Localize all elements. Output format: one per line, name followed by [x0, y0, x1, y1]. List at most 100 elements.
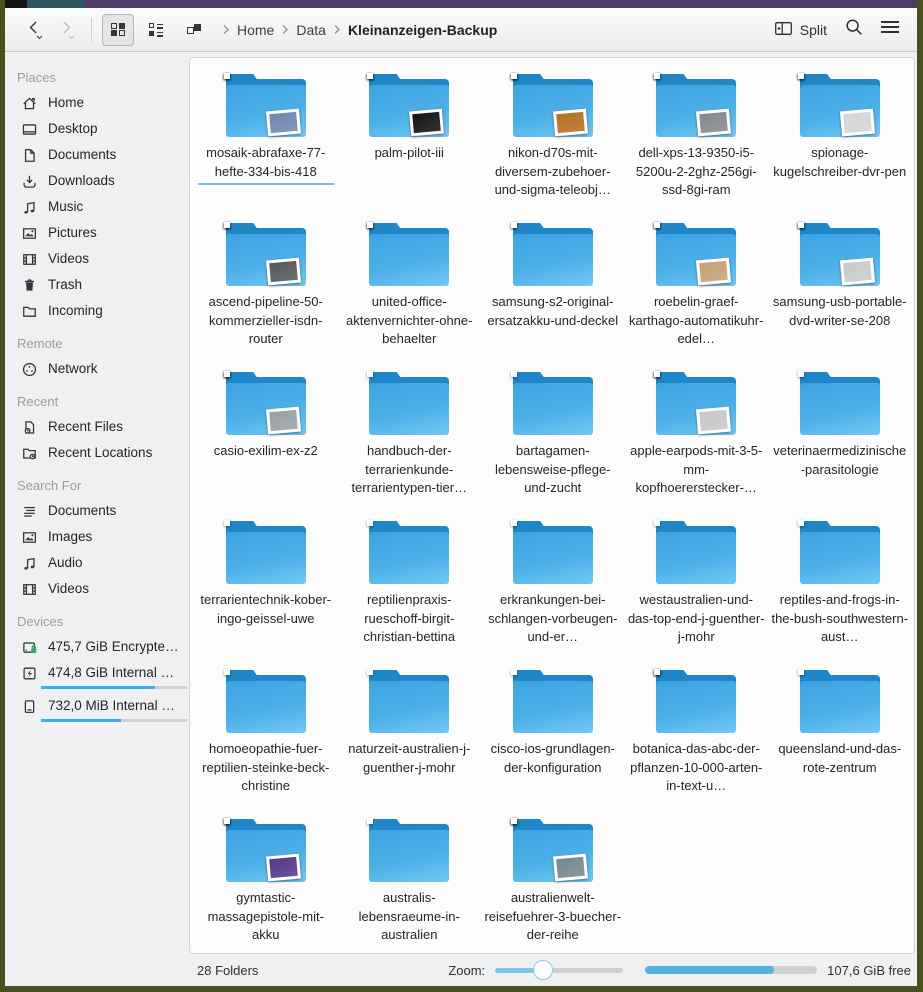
folder-body	[513, 681, 593, 733]
folder-name: nikon-d70s-mit-diversem-zubehoer-und-sig…	[484, 144, 621, 200]
folder-item-bartagamen-lebensweise-pflege-und-zucht[interactable]: bartagamen-lebensweise-pflege-und-zucht	[481, 366, 625, 515]
folder-name: reptilienpraxis-rueschoff-birgit-christi…	[341, 591, 478, 647]
split-view-icon	[774, 20, 793, 40]
folder-icon	[798, 73, 882, 137]
sidebar-item-pictures[interactable]: Pictures	[5, 220, 189, 246]
folder-item-reptilienpraxis-rueschoff-birgit-christian-bettina[interactable]: reptilienpraxis-rueschoff-birgit-christi…	[338, 515, 482, 664]
folder-item-australienwelt-reisefuehrer-3-buecher-der-reihe[interactable]: australienwelt-reisefuehrer-3-buecher-de…	[481, 813, 625, 954]
sidebar-item-audio[interactable]: Audio	[5, 550, 189, 576]
folder-icon	[367, 222, 451, 286]
folder-item-naturzeit-australien-j-guenther-j-mohr[interactable]: naturzeit-australien-j-guenther-j-mohr	[338, 664, 482, 813]
photo-thumbnail	[367, 222, 373, 228]
sidebar-item-downloads[interactable]: Downloads	[5, 168, 189, 194]
sidebar-item-videos[interactable]: Videos	[5, 576, 189, 602]
folder-item-erkrankungen-bei-schlangen-vorbeugen-und-er[interactable]: erkrankungen-bei-schlangen-vorbeugen-und…	[481, 515, 625, 664]
folder-item-ascend-pipeline-50-kommerzieller-isdn-router[interactable]: ascend-pipeline-50-kommerzieller-isdn-ro…	[194, 217, 338, 366]
photo-thumbnail	[224, 818, 230, 824]
menu-button[interactable]	[873, 13, 907, 47]
folder-icon	[511, 222, 595, 286]
folder-item-australis-lebensraeume-in-australien[interactable]: australis-lebensraeume-in-australien	[338, 813, 482, 954]
folder-item-queensland-und-das-rote-zentrum[interactable]: queensland-und-das-rote-zentrum	[768, 664, 912, 813]
folder-item-palm-pilot-iii[interactable]: palm-pilot-iii	[338, 68, 482, 217]
photo-thumbnail	[840, 258, 875, 286]
folder-icon	[798, 669, 882, 733]
folder-icon	[511, 73, 595, 137]
folder-item-apple-earpods-mit-3-5-mm-kopfhoererstecker[interactable]: apple-earpods-mit-3-5-mm-kopfhoerersteck…	[625, 366, 769, 515]
sidebar-item-732-0-mib-internal-dri[interactable]: 732,0 MiB Internal Dri…	[5, 693, 189, 719]
breadcrumb-chevron-icon	[281, 24, 289, 35]
folder-count: 28 Folders	[197, 963, 258, 978]
folder-item-spionage-kugelschreiber-dvr-pen[interactable]: spionage-kugelschreiber-dvr-pen	[768, 68, 912, 217]
download-icon	[21, 173, 38, 190]
folder-item-casio-exilim-ex-z2[interactable]: casio-exilim-ex-z2	[194, 366, 338, 515]
tree-view-button[interactable]	[178, 14, 210, 46]
sidebar-item-documents[interactable]: Documents	[5, 142, 189, 168]
folder-name: spionage-kugelschreiber-dvr-pen	[771, 144, 908, 181]
sidebar-item-label: Music	[48, 198, 83, 216]
sidebar-item-475-7-gib-encrypted[interactable]: 475,7 GiB Encrypted …	[5, 634, 189, 660]
folder-item-mosaik-abrafaxe-77-hefte-334-bis-418[interactable]: mosaik-abrafaxe-77-hefte-334-bis-418	[194, 68, 338, 217]
breadcrumb-chevron-icon	[222, 24, 230, 35]
photo-thumbnail	[553, 854, 588, 882]
folder-name: mosaik-abrafaxe-77-hefte-334-bis-418	[197, 144, 334, 181]
folder-item-veterinaermedizinische-parasitologie[interactable]: veterinaermedizinische-parasitologie	[768, 366, 912, 515]
folder-item-roebelin-graef-karthago-automatikuhr-edel[interactable]: roebelin-graef-karthago-automatikuhr-ede…	[625, 217, 769, 366]
back-button[interactable]	[19, 20, 49, 40]
folder-body	[513, 234, 593, 286]
sidebar-item-music[interactable]: Music	[5, 194, 189, 220]
details-view-button[interactable]	[140, 14, 172, 46]
sidebar-item-incoming[interactable]: Incoming	[5, 298, 189, 324]
folder-item-united-office-aktenvernichter-ohne-behaelter[interactable]: united-office-aktenvernichter-ohne-behae…	[338, 217, 482, 366]
folder-item-reptiles-and-frogs-in-the-bush-southwestern-aust[interactable]: reptiles-and-frogs-in-the-bush-southwest…	[768, 515, 912, 664]
photo-thumbnail	[511, 669, 517, 675]
sidebar-item-videos[interactable]: Videos	[5, 246, 189, 272]
folder-item-westaustralien-und-das-top-end-j-guenther-j-mohr[interactable]: westaustralien-und-das-top-end-j-guenthe…	[625, 515, 769, 664]
photo-thumbnail	[798, 371, 804, 377]
sidebar-item-recent-locations[interactable]: Recent Locations	[5, 440, 189, 466]
breadcrumb: Home Data Kleinanzeigen-Backup	[222, 20, 500, 40]
folder-icon	[367, 520, 451, 584]
breadcrumb-item-home[interactable]: Home	[234, 20, 277, 40]
photo-thumbnail	[409, 109, 444, 137]
sidebar-item-home[interactable]: Home	[5, 90, 189, 116]
sidebar-item-label: Pictures	[48, 224, 97, 242]
trash-icon	[21, 277, 38, 294]
sidebar-item-recent-files[interactable]: Recent Files	[5, 414, 189, 440]
photo-thumbnail	[367, 818, 373, 824]
forward-button[interactable]	[51, 20, 81, 40]
folder-item-samsung-s2-original-ersatzakku-und-deckel[interactable]: samsung-s2-original-ersatzakku-und-decke…	[481, 217, 625, 366]
folder-icon	[224, 669, 308, 733]
sidebar-item-trash[interactable]: Trash	[5, 272, 189, 298]
folder-item-terrarientechnik-kober-ingo-geissel-uwe[interactable]: terrarientechnik-kober-ingo-geissel-uwe	[194, 515, 338, 664]
icons-view-button[interactable]	[102, 14, 134, 46]
sidebar-item-documents[interactable]: Documents	[5, 498, 189, 524]
sidebar-item-474-8-gib-internal-dri[interactable]: 474,8 GiB Internal Dri…	[5, 660, 189, 686]
folder-item-nikon-d70s-mit-diversem-zubehoer-und-sigma-teleobj[interactable]: nikon-d70s-mit-diversem-zubehoer-und-sig…	[481, 68, 625, 217]
search-button[interactable]	[837, 13, 871, 47]
zoom-slider-knob[interactable]	[533, 960, 553, 980]
folder-item-handbuch-der-terrarienkunde-terrarientypen-tier[interactable]: handbuch-der-terrarienkunde-terrarientyp…	[338, 366, 482, 515]
split-button[interactable]: Split	[766, 15, 835, 45]
photo-thumbnail	[266, 407, 301, 435]
breadcrumb-item-kleinanzeigen-backup[interactable]: Kleinanzeigen-Backup	[345, 20, 500, 40]
folder-item-samsung-usb-portable-dvd-writer-se-208[interactable]: samsung-usb-portable-dvd-writer-se-208	[768, 217, 912, 366]
folder-item-dell-xps-13-9350-i5-5200u-2-2ghz-256gi-ssd-8gi-ram[interactable]: dell-xps-13-9350-i5-5200u-2-2ghz-256gi-s…	[625, 68, 769, 217]
picture-icon	[21, 529, 38, 546]
sidebar-item-network[interactable]: Network	[5, 356, 189, 382]
sidebar-item-images[interactable]: Images	[5, 524, 189, 550]
zoom-slider[interactable]	[495, 960, 623, 980]
folder-icon	[224, 818, 308, 882]
sidebar-section-devices: Devices	[5, 602, 189, 634]
folder-item-gymtastic-massagepistole-mit-akku[interactable]: gymtastic-massagepistole-mit-akku	[194, 813, 338, 954]
breadcrumb-chevron-icon	[333, 24, 341, 35]
folder-item-homoeopathie-fuer-reptilien-steinke-beck-christine[interactable]: homoeopathie-fuer-reptilien-steinke-beck…	[194, 664, 338, 813]
folder-item-cisco-ios-grundlagen-der-konfiguration[interactable]: cisco-ios-grundlagen-der-konfiguration	[481, 664, 625, 813]
sidebar-item-label: Images	[48, 528, 92, 546]
sidebar-item-label: Desktop	[48, 120, 98, 138]
sidebar-item-label: Network	[48, 360, 98, 378]
folder-view[interactable]: mosaik-abrafaxe-77-hefte-334-bis-418palm…	[189, 57, 915, 954]
folder-item-botanica-das-abc-der-pflanzen-10-000-arten-in-text-u[interactable]: botanica-das-abc-der-pflanzen-10-000-art…	[625, 664, 769, 813]
breadcrumb-item-data[interactable]: Data	[293, 20, 329, 40]
photo-thumbnail	[798, 669, 804, 675]
sidebar-item-desktop[interactable]: Desktop	[5, 116, 189, 142]
